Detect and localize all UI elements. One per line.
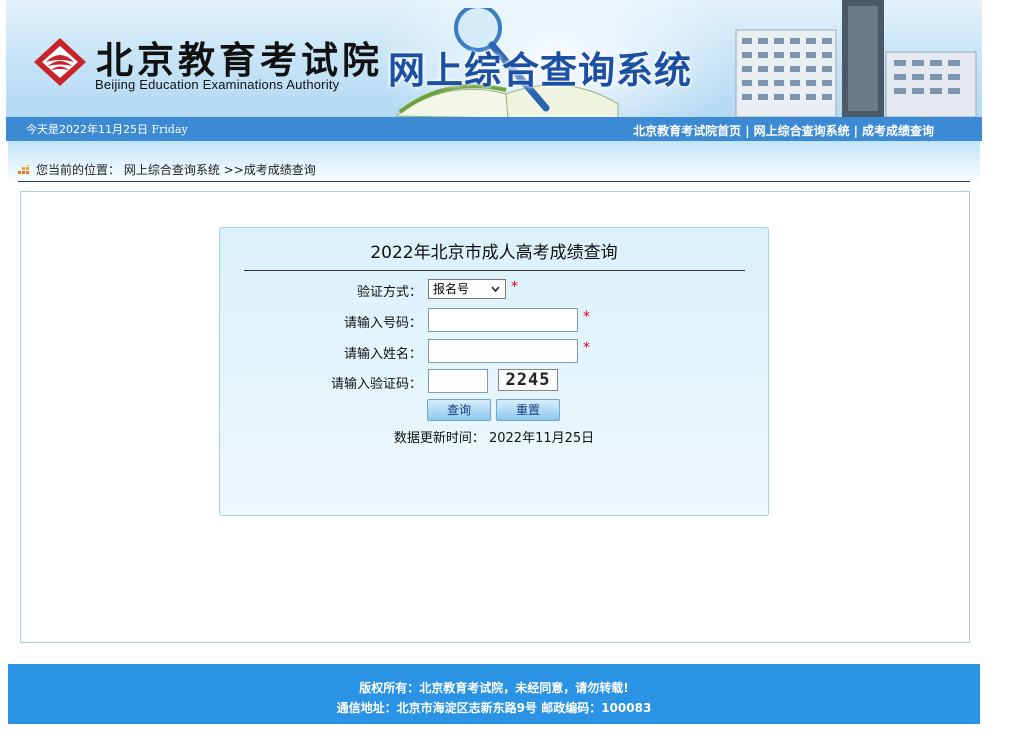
captcha-input[interactable] [428, 369, 488, 393]
name-label: 请输入姓名： [343, 347, 422, 362]
date-text: 今天是2022年11月25日 [26, 123, 148, 136]
footer: 版权所有：北京教育考试院，未经同意，请勿转载! 通信地址：北京市海淀区志新东路9… [8, 664, 980, 724]
chevron-down-icon [491, 286, 500, 292]
reset-button[interactable]: 重置 [496, 399, 560, 421]
current-date: 今天是2022年11月25日 Friday [26, 121, 188, 137]
nav-link-score-query[interactable]: 成考成绩查询 [862, 124, 934, 138]
logo-english-name: Beijing Education Examinations Authority [95, 77, 340, 92]
footer-address: 通信地址：北京市海淀区志新东路9号 邮政编码：100083 [336, 701, 652, 715]
breadcrumb-divider [18, 181, 970, 182]
required-mark: * [511, 279, 518, 295]
content-panel: 2022年北京市成人高考成绩查询 验证方式： 报名号 * 请输入号码： * 请输… [20, 191, 970, 643]
number-input[interactable] [428, 308, 578, 332]
nav-separator: | [745, 124, 750, 138]
verify-method-value: 报名号 [433, 282, 470, 296]
form-title: 2022年北京市成人高考成绩查询 [370, 243, 618, 263]
breadcrumb: 您当前的位置： 网上综合查询系统 >>成考成绩查询 [18, 161, 316, 178]
page: 北京教育考试院 Beijing Education Examinations A… [2, 0, 982, 742]
top-nav-bar: 今天是2022年11月25日 Friday 北京教育考试院首页 | 网上综合查询系统… [6, 117, 982, 141]
breadcrumb-label: 您当前的位置： [36, 163, 121, 177]
verify-method-label: 验证方式： [356, 285, 422, 300]
name-input[interactable] [428, 339, 578, 363]
building-illustration [735, 0, 977, 117]
logo-chinese-name: 北京教育考试院 [96, 38, 383, 82]
footer-copyright: 版权所有：北京教育考试院，未经同意，请勿转载! [359, 681, 629, 695]
query-button[interactable]: 查询 [427, 399, 491, 421]
update-time-label: 数据更新时间： [393, 431, 485, 446]
location-grid-icon [18, 165, 29, 174]
required-mark: * [583, 309, 590, 325]
system-title: 网上综合查询系统 [388, 50, 692, 91]
bjeea-logo-icon [34, 38, 86, 86]
main-content: 您当前的位置： 网上综合查询系统 >>成考成绩查询 2022年北京市成人高考成绩… [8, 141, 980, 662]
header-banner: 北京教育考试院 Beijing Education Examinations A… [6, 0, 982, 117]
captcha-label: 请输入验证码： [330, 377, 422, 392]
nav-separator: | [853, 124, 858, 138]
nav-links: 北京教育考试院首页 | 网上综合查询系统 | 成考成绩查询 [633, 122, 934, 139]
number-label: 请输入号码： [343, 316, 422, 331]
breadcrumb-path: 网上综合查询系统 >>成考成绩查询 [123, 163, 316, 177]
weekday-text: Friday [151, 123, 188, 136]
data-update-time: 数据更新时间： 2022年11月25日 [220, 427, 768, 446]
form-title-divider [244, 270, 745, 271]
update-time-value: 2022年11月25日 [488, 431, 595, 446]
nav-link-query-system[interactable]: 网上综合查询系统 [754, 124, 850, 138]
verify-method-select[interactable]: 报名号 [428, 279, 506, 299]
required-mark: * [583, 340, 590, 356]
nav-link-home[interactable]: 北京教育考试院首页 [633, 124, 741, 138]
score-query-form: 2022年北京市成人高考成绩查询 验证方式： 报名号 * 请输入号码： * 请输… [219, 227, 769, 516]
captcha-image[interactable]: 2245 [498, 369, 558, 391]
